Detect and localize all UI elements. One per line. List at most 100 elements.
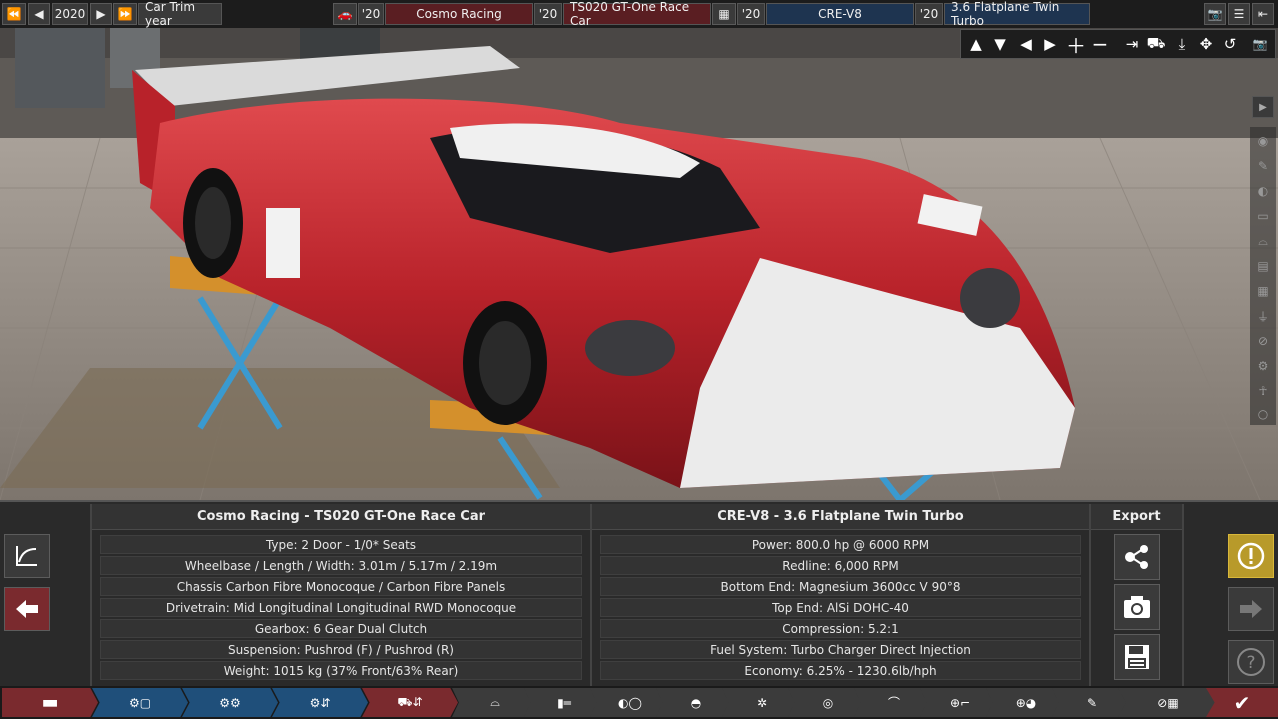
engine-icon[interactable]: ▦ xyxy=(712,3,736,25)
reset-view-icon[interactable]: ↺ xyxy=(1219,33,1241,55)
trim-year-label: Car Trim year xyxy=(138,0,222,28)
steering-wheel-icon: ⊕◕ xyxy=(1015,695,1037,710)
rotate-tool-icon[interactable]: ✥ xyxy=(1195,33,1217,55)
engine-info-title: CRE-V8 - 3.6 Flatplane Twin Turbo xyxy=(592,504,1089,530)
year-rewind-icon[interactable]: ⏪ xyxy=(2,3,26,25)
tab-paint[interactable]: ✎ xyxy=(1052,688,1132,717)
steering-seat-icon: ⊕⌐ xyxy=(949,695,971,710)
car-info-row: Suspension: Pushrod (F) / Pushrod (R) xyxy=(100,640,582,659)
back-button[interactable] xyxy=(4,587,50,631)
graph-button[interactable] xyxy=(4,534,50,578)
paint-icon: ✎ xyxy=(1086,695,1098,710)
engine-info-row: Compression: 5.2:1 xyxy=(600,619,1081,638)
headlight-icon: ◐◯ xyxy=(618,695,642,710)
engine-tune-icon: ⚙⇵ xyxy=(309,695,331,710)
right-actions: ? xyxy=(1184,504,1278,686)
model-selector[interactable]: TS020 GT-One Race Car xyxy=(563,0,711,28)
drivetrain-icon: ▮═ xyxy=(557,695,571,710)
move-right-icon[interactable]: ▶ xyxy=(1039,33,1061,55)
grille-icon[interactable]: ▦ xyxy=(1253,281,1273,301)
photo-button[interactable] xyxy=(1114,584,1160,630)
wheel-icon[interactable]: ◉ xyxy=(1253,131,1273,151)
car-render xyxy=(0,28,1278,500)
company-selector[interactable]: Cosmo Racing xyxy=(385,3,533,25)
year-next-icon[interactable]: ▶ xyxy=(90,3,112,25)
tab-engine-tune[interactable]: ⚙⇵ xyxy=(272,688,368,717)
year-value: 2020 xyxy=(52,3,88,25)
tab-finish[interactable]: ✔ xyxy=(1206,688,1278,717)
warning-button[interactable] xyxy=(1228,534,1274,578)
graph-icon xyxy=(16,546,37,566)
brake-disc-icon: ◎ xyxy=(822,695,834,710)
zoom-out-icon[interactable]: − xyxy=(1089,32,1111,56)
export-panel: Export xyxy=(1091,504,1184,686)
arrow-right-icon xyxy=(1240,600,1262,618)
move-up-icon[interactable]: ▲ xyxy=(965,33,987,55)
spray-icon[interactable]: ✎ xyxy=(1253,156,1273,176)
help-button[interactable]: ? xyxy=(1228,640,1274,684)
lower-icon[interactable]: ⤓ xyxy=(1171,33,1193,55)
car-info-title: Cosmo Racing - TS020 GT-One Race Car xyxy=(92,504,590,530)
menu-icon[interactable]: ☰ xyxy=(1228,3,1250,25)
engine-info-row: Power: 800.0 hp @ 6000 RPM xyxy=(600,535,1081,554)
tab-engine-top-end[interactable]: ⚙⚙ xyxy=(182,688,278,717)
car-body-icon: ▬ xyxy=(41,692,59,713)
tab-car-model[interactable]: ▬ xyxy=(2,688,98,717)
year-fast-forward-icon[interactable]: ⏩ xyxy=(113,3,137,25)
car-info: Cosmo Racing - TS020 GT-One Race Car Typ… xyxy=(92,504,592,686)
car-trim-icon: ⛟⇵ xyxy=(397,694,423,709)
engine-info-row: Top End: AlSi DOHC-40 xyxy=(600,598,1081,617)
tab-engine-family[interactable]: ⚙▢ xyxy=(92,688,188,717)
engine-info-row: Fuel System: Turbo Charger Direct Inject… xyxy=(600,640,1081,659)
car-year: '20 xyxy=(358,3,384,25)
move-down-icon[interactable]: ▼ xyxy=(989,33,1011,55)
tab-tuning[interactable]: ⊘▦ xyxy=(1118,688,1218,717)
variant-selector[interactable]: 3.6 Flatplane Twin Turbo xyxy=(944,0,1090,28)
floppy-disk-icon xyxy=(1125,645,1149,669)
tab-body[interactable]: ⌓ xyxy=(452,688,538,717)
prohibited-icon[interactable]: ⊘ xyxy=(1253,331,1273,351)
car-view-icon[interactable]: ⛟ xyxy=(1145,33,1167,55)
info-panel: Cosmo Racing - TS020 GT-One Race Car Typ… xyxy=(0,500,1278,688)
export-title: Export xyxy=(1091,504,1182,530)
model-year: '20 xyxy=(534,3,562,25)
car-viewport[interactable] xyxy=(0,28,1278,500)
next-button[interactable] xyxy=(1228,587,1274,631)
engine-info: CRE-V8 - 3.6 Flatplane Twin Turbo Power:… xyxy=(592,504,1091,686)
car-icon[interactable]: 🚗 xyxy=(333,3,357,25)
piston-icon: ⚙▢ xyxy=(128,695,152,710)
save-button[interactable] xyxy=(1114,634,1160,680)
engine-family-selector[interactable]: CRE-V8 xyxy=(766,3,914,25)
gear-icon[interactable]: ⚙ xyxy=(1253,356,1273,376)
tab-trim[interactable]: ⛟⇵ xyxy=(362,688,458,717)
lights-icon[interactable]: ◐ xyxy=(1253,181,1273,201)
help-icon: ? xyxy=(1237,648,1265,676)
share-button[interactable] xyxy=(1114,534,1160,580)
panel-icon[interactable]: ▭ xyxy=(1253,206,1273,226)
year-prev-icon[interactable]: ◀ xyxy=(28,3,50,25)
exit-icon[interactable]: ⇤ xyxy=(1252,3,1274,25)
view-toolbar: ▲ ▼ ◀ ▶ ＋ − ⇥ ⛟ ⤓ ✥ ↺ 📷 xyxy=(960,29,1276,59)
engine-info-row: Redline: 6,000 RPM xyxy=(600,556,1081,575)
screenshot-icon[interactable]: 📷 xyxy=(1249,33,1271,55)
engine-year: '20 xyxy=(737,3,765,25)
vent-icon[interactable]: ▤ xyxy=(1253,256,1273,276)
car-info-row: Chassis Carbon Fibre Monocoque / Carbon … xyxy=(100,577,582,596)
left-actions xyxy=(0,504,92,686)
gear-half-icon: ◓ xyxy=(690,695,702,710)
body-icon[interactable]: ⌓ xyxy=(1253,231,1273,251)
aero-icon: ⌒ xyxy=(887,696,900,710)
move-left-icon[interactable]: ◀ xyxy=(1015,33,1037,55)
top-bar: ⏪ ◀ 2020 ▶ ⏩ Car Trim year 🚗 '20 Cosmo R… xyxy=(0,0,1278,29)
camera-icon[interactable]: 📷 xyxy=(1204,3,1226,25)
circle-icon[interactable]: ○ xyxy=(1253,404,1273,424)
valve-icon: ⚙⚙ xyxy=(219,695,241,710)
share-icon xyxy=(1125,545,1148,569)
spoiler-icon[interactable]: ⏚ xyxy=(1253,306,1273,326)
zoom-in-icon[interactable]: ＋ xyxy=(1065,33,1087,58)
car-info-row: Type: 2 Door - 1/0* Seats xyxy=(100,535,582,554)
expand-panel-icon[interactable]: ▶ xyxy=(1252,96,1274,118)
align-icon[interactable]: ⇥ xyxy=(1121,33,1143,55)
person-icon[interactable]: ☥ xyxy=(1253,381,1273,401)
car-info-row: Gearbox: 6 Gear Dual Clutch xyxy=(100,619,582,638)
